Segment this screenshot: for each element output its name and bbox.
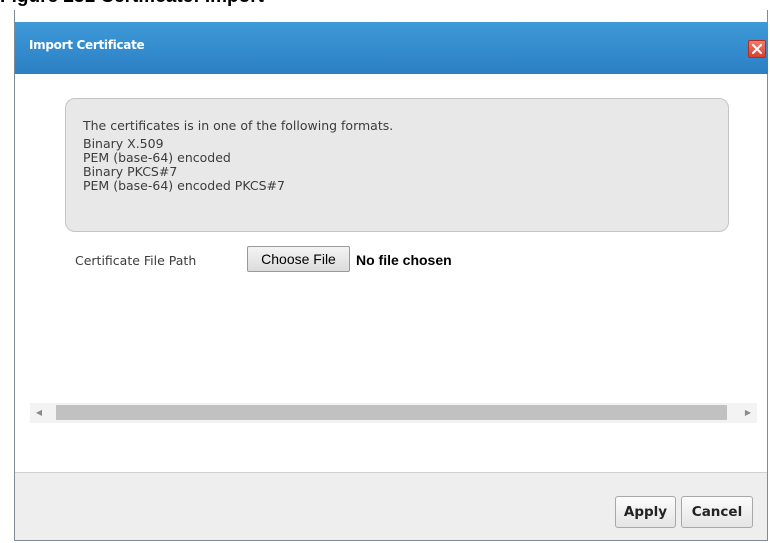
formats-intro: The certificates is in one of the follow… [83,118,394,133]
dialog-titlebar: Import Certificate [15,22,768,74]
horizontal-scrollbar[interactable]: ◀ ▶ [30,403,757,423]
close-button[interactable] [748,40,766,58]
scroll-right-arrow-icon[interactable]: ▶ [739,403,757,423]
cancel-button[interactable]: Cancel [681,496,753,528]
file-status-text: No file chosen [356,252,452,268]
import-certificate-dialog: Import Certificate The certificates is i… [14,10,768,541]
scrollbar-thumb[interactable] [56,405,727,420]
certificate-formats-info: The certificates is in one of the follow… [65,98,729,232]
dialog-footer: Apply Cancel [15,473,767,540]
format-item: PEM (base-64) encoded PKCS#7 [83,178,285,193]
choose-file-button[interactable]: Choose File [247,246,350,272]
scroll-left-arrow-icon[interactable]: ◀ [30,403,48,423]
apply-button[interactable]: Apply [615,496,676,528]
certificate-file-path-label: Certificate File Path [75,253,197,268]
format-item: Binary X.509 [83,136,164,151]
dialog-title: Import Certificate [29,38,145,52]
document-caption: Figure 231 Certificate: Import [0,0,770,10]
format-item: Binary PKCS#7 [83,164,178,179]
format-item: PEM (base-64) encoded [83,150,231,165]
document-caption-text: Figure 231 Certificate: Import [0,0,264,8]
close-icon [752,44,762,54]
